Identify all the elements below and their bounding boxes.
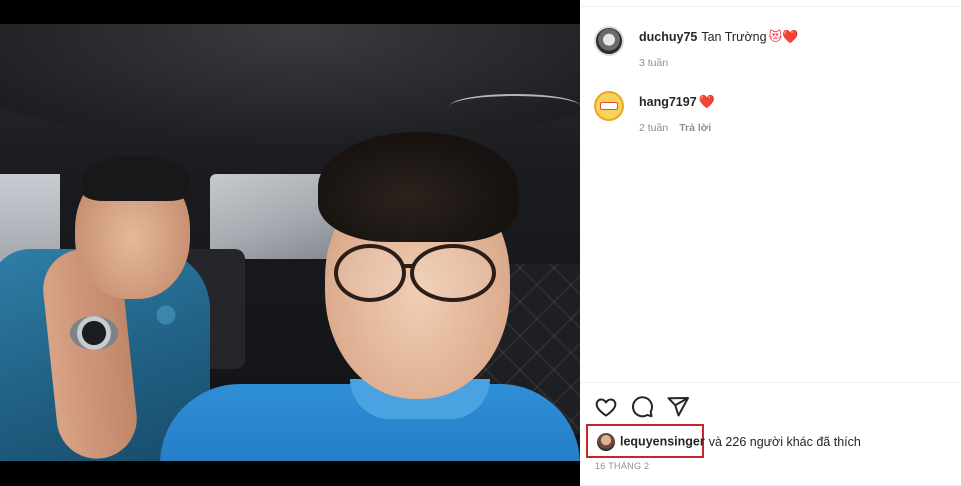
avatar[interactable] xyxy=(594,91,624,121)
avatar[interactable] xyxy=(594,26,624,56)
comment-username[interactable]: hang7197 xyxy=(639,95,697,109)
comment-meta: 2 tuần Trả lời xyxy=(639,122,722,134)
likes-username[interactable]: lequyensinger xyxy=(620,435,705,449)
likes-summary[interactable]: lequyensinger và 226 người khác đã thích xyxy=(597,432,861,451)
post-date[interactable]: 16 THÁNG 2 xyxy=(595,461,649,471)
avatar[interactable] xyxy=(597,432,615,451)
post-media xyxy=(0,0,580,486)
post-sidebar: duchuy75 Tan Trường 😻❤️ 3 tuần hang7197 ❤️ … xyxy=(580,0,961,486)
comment-time[interactable]: 3 tuần xyxy=(639,57,668,69)
comment-time[interactable]: 2 tuần xyxy=(639,122,668,134)
comment-emoji: ❤️ xyxy=(698,94,715,109)
heart-icon[interactable] xyxy=(594,395,618,419)
comment-username[interactable]: duchuy75 xyxy=(639,30,697,44)
comment-icon[interactable] xyxy=(630,395,654,419)
comment-meta: 3 tuần xyxy=(639,57,679,69)
comment-emoji: 😻❤️ xyxy=(768,29,799,44)
divider xyxy=(580,6,961,7)
post-photo xyxy=(0,24,580,461)
share-icon[interactable] xyxy=(666,395,690,419)
reply-button[interactable]: Trả lời xyxy=(679,122,711,134)
divider xyxy=(580,382,961,383)
likes-count-text[interactable]: và 226 người khác đã thích xyxy=(709,435,861,449)
comment-text: Tan Trường xyxy=(701,30,767,44)
